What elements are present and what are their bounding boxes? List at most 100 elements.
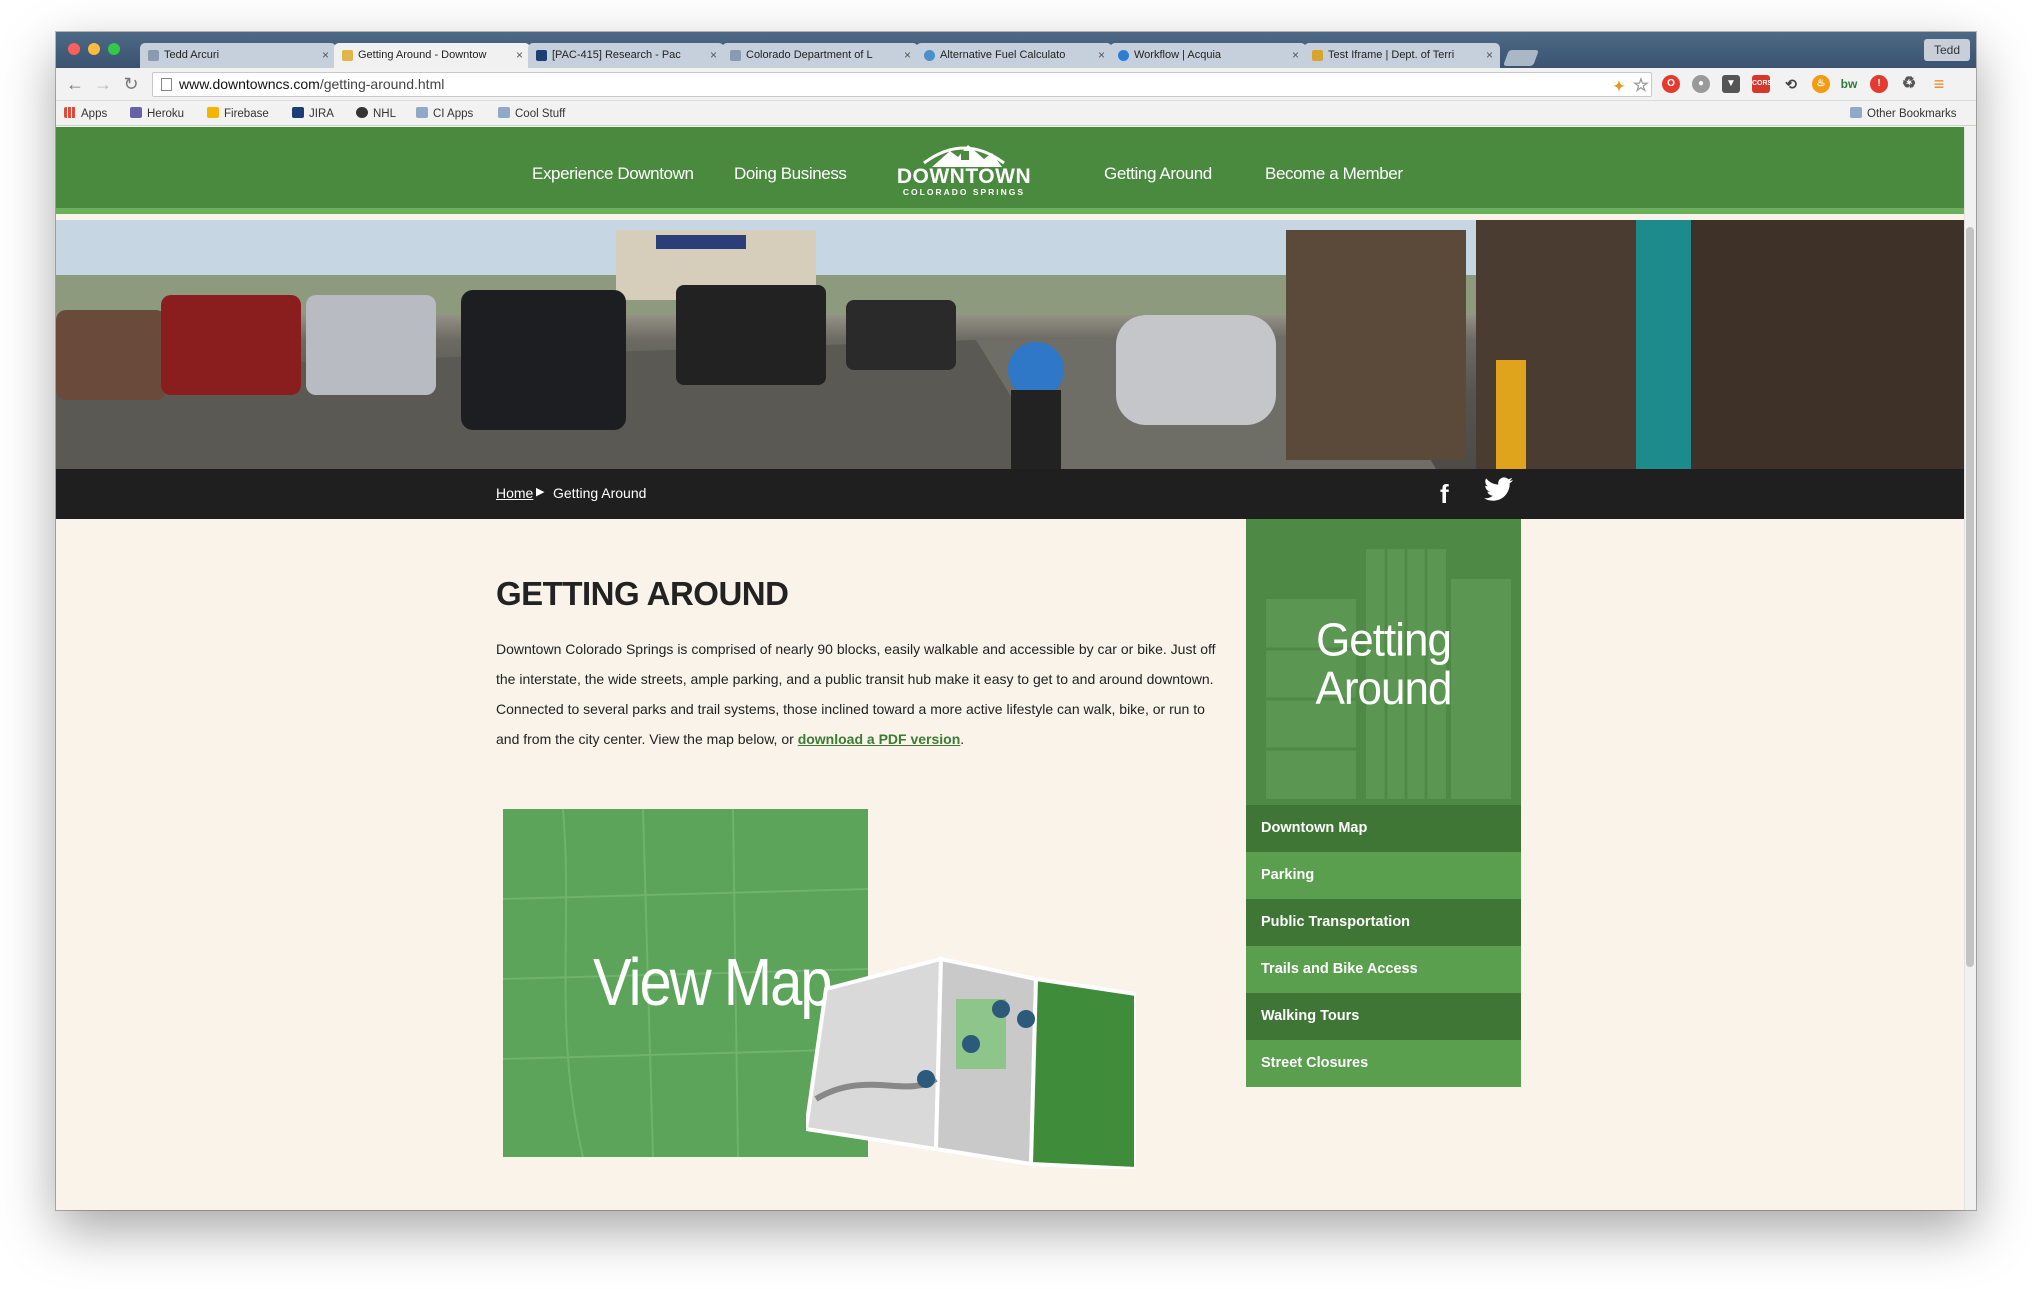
pocket-icon[interactable]: ▼ xyxy=(1722,75,1740,93)
tab-getting-around[interactable]: Getting Around - Downtow × xyxy=(334,43,530,68)
address-bar[interactable]: www.downtowncs.com/getting-around.html xyxy=(152,72,1652,97)
globe-icon xyxy=(924,50,935,61)
close-icon[interactable]: × xyxy=(1098,43,1105,68)
seal-icon xyxy=(1312,50,1323,61)
bookmark-label: Heroku xyxy=(147,108,185,120)
close-icon[interactable]: × xyxy=(1292,43,1299,68)
site-logo[interactable]: DOWNTOWN COLORADO SPRINGS xyxy=(892,139,1036,205)
facebook-icon[interactable]: f xyxy=(1440,479,1449,510)
acquia-icon xyxy=(1118,50,1129,61)
breadcrumb-bar: Home ▶ Getting Around f xyxy=(56,469,1964,519)
bookmark-label: CI Apps xyxy=(433,108,474,120)
recycle-icon[interactable]: ♻ xyxy=(1900,75,1918,93)
maximize-window-button[interactable] xyxy=(108,43,120,55)
tab-pac-415[interactable]: [PAC-415] Research - Pac × xyxy=(528,43,724,68)
tab-label: Colorado Department of L xyxy=(746,49,873,61)
browser-window: Tedd Arcuri × Getting Around - Downtow ×… xyxy=(56,32,1976,1210)
view-map-label: View Map xyxy=(593,945,833,1020)
download-pdf-link[interactable]: download a PDF version xyxy=(798,731,961,747)
site-navigation: Experience Downtown Doing Business DOWNT… xyxy=(56,127,1964,214)
firebase-icon xyxy=(207,107,219,118)
sidebar-item-public-transportation[interactable]: Public Transportation xyxy=(1246,899,1521,946)
page-icon xyxy=(161,78,172,91)
page-title: GETTING AROUND xyxy=(496,575,789,612)
tab-label: Getting Around - Downtow xyxy=(358,49,487,61)
bookmark-label: Apps xyxy=(81,108,108,120)
reload-icon[interactable]: ↻ xyxy=(120,73,142,95)
bw-icon[interactable]: bw xyxy=(1840,75,1858,93)
tab-label: Workflow | Acquia xyxy=(1134,49,1222,61)
opera-icon[interactable]: O xyxy=(1662,75,1680,93)
sidebar-item-trails-bike[interactable]: Trails and Bike Access xyxy=(1246,946,1521,993)
tab-alternative-fuel[interactable]: Alternative Fuel Calculato × xyxy=(916,43,1112,68)
nav-experience-downtown[interactable]: Experience Downtown xyxy=(532,164,694,184)
sidebar-header: Getting Around xyxy=(1246,519,1521,805)
sidebar-title: Getting Around xyxy=(1246,614,1521,714)
sidebar-item-downtown-map[interactable]: Downtown Map xyxy=(1246,805,1521,852)
tab-test-iframe[interactable]: Test Iframe | Dept. of Terri × xyxy=(1304,43,1500,68)
scrollbar-track[interactable] xyxy=(1964,127,1976,1210)
bookmark-label: NHL xyxy=(373,108,397,120)
url-host: www.downtowncs.com xyxy=(179,76,320,92)
tab-colorado-department[interactable]: Colorado Department of L × xyxy=(722,43,918,68)
twitter-icon[interactable] xyxy=(1484,477,1514,510)
close-icon[interactable]: × xyxy=(710,43,717,68)
joomla-icon[interactable]: ✦ xyxy=(1610,77,1628,95)
stop-icon[interactable]: ! xyxy=(1870,75,1888,93)
nav-getting-around[interactable]: Getting Around xyxy=(1104,164,1212,184)
bookmark-label: Cool Stuff xyxy=(515,108,566,120)
sidebar-title-line1: Getting xyxy=(1316,614,1452,667)
bug-icon[interactable]: ● xyxy=(1692,75,1710,93)
bookmark-cool-stuff[interactable]: Cool Stuff xyxy=(498,107,565,120)
bookmark-label: Other Bookmarks xyxy=(1867,108,1957,120)
ci-icon xyxy=(292,107,304,118)
nav-become-member[interactable]: Become a Member xyxy=(1265,164,1403,184)
sidebar-item-walking-tours[interactable]: Walking Tours xyxy=(1246,993,1521,1040)
tab-tedd-arcuri[interactable]: Tedd Arcuri × xyxy=(140,43,336,68)
bookmark-other[interactable]: Other Bookmarks xyxy=(1850,107,1956,120)
forward-arrow-icon[interactable]: → xyxy=(92,73,114,95)
folder-icon xyxy=(416,107,428,118)
fire-icon[interactable]: ♨ xyxy=(1812,75,1830,93)
close-icon[interactable]: × xyxy=(516,43,523,68)
page-icon xyxy=(148,50,159,61)
close-icon[interactable]: × xyxy=(322,43,329,68)
bookmark-jira[interactable]: JIRA xyxy=(292,107,334,120)
lock-icon xyxy=(342,50,353,61)
street-scene-illustration xyxy=(56,220,1964,469)
nhl-icon xyxy=(356,107,368,118)
menu-icon[interactable]: ≡ xyxy=(1930,75,1948,93)
bookmark-star-icon[interactable]: ☆ xyxy=(1632,76,1650,94)
page-icon xyxy=(730,50,741,61)
bookmark-nhl[interactable]: NHL xyxy=(356,107,396,120)
bookmark-apps[interactable]: Apps xyxy=(64,107,107,120)
git-icon[interactable]: ⟲ xyxy=(1782,75,1800,93)
bookmark-firebase[interactable]: Firebase xyxy=(207,107,269,120)
scrollbar-thumb[interactable] xyxy=(1966,227,1974,967)
folded-map-icon xyxy=(806,956,1136,1169)
bookmarks-bar: Apps Heroku Firebase JIRA NHL CI Apps Co… xyxy=(56,101,1976,126)
close-icon[interactable]: × xyxy=(904,43,911,68)
minimize-window-button[interactable] xyxy=(88,43,100,55)
profile-button[interactable]: Tedd xyxy=(1923,39,1970,61)
bookmark-heroku[interactable]: Heroku xyxy=(130,107,184,120)
back-arrow-icon[interactable]: ← xyxy=(64,73,86,95)
cors-icon[interactable]: CORS xyxy=(1752,75,1772,93)
browser-toolbar: ← → ↻ www.downtowncs.com/getting-around.… xyxy=(56,68,1976,101)
folder-icon xyxy=(498,107,510,118)
hero-street-image xyxy=(56,220,1964,469)
breadcrumb-current: Getting Around xyxy=(553,485,647,501)
close-icon[interactable]: × xyxy=(1486,43,1493,68)
tab-label: Test Iframe | Dept. of Terri xyxy=(1328,49,1455,61)
logo-line1: DOWNTOWN xyxy=(896,165,1032,188)
nav-doing-business[interactable]: Doing Business xyxy=(734,164,847,184)
close-window-button[interactable] xyxy=(68,43,80,55)
breadcrumb-home-link[interactable]: Home xyxy=(496,485,533,501)
bookmark-ci-apps[interactable]: CI Apps xyxy=(416,107,473,120)
tab-label: Alternative Fuel Calculato xyxy=(940,49,1066,61)
bookmark-label: JIRA xyxy=(309,108,334,120)
sidebar-item-parking[interactable]: Parking xyxy=(1246,852,1521,899)
new-tab-button[interactable] xyxy=(1503,50,1539,66)
sidebar-item-street-closures[interactable]: Street Closures xyxy=(1246,1040,1521,1087)
tab-workflow-acquia[interactable]: Workflow | Acquia × xyxy=(1110,43,1306,68)
